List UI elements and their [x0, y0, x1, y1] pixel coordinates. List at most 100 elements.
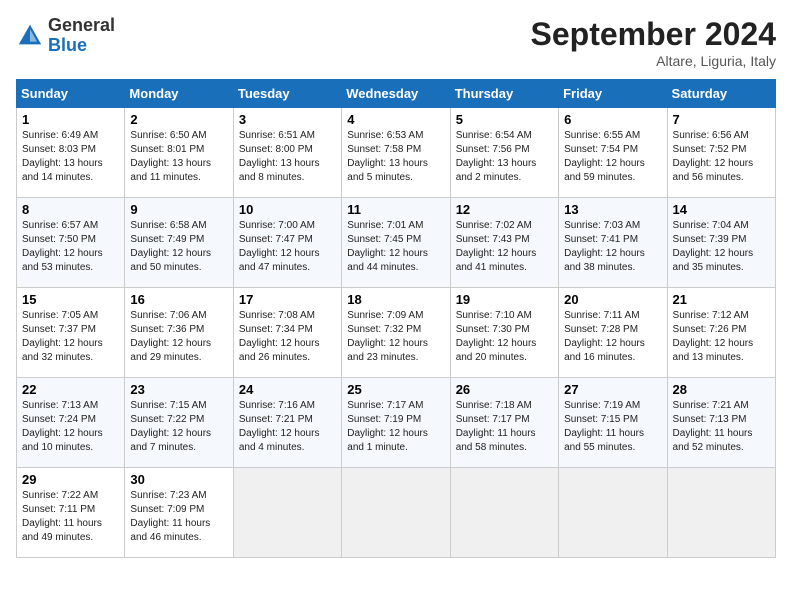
cell-info: Sunrise: 6:50 AMSunset: 8:01 PMDaylight:… — [130, 129, 227, 185]
cell-info: Sunrise: 7:22 AMSunset: 7:11 PMDaylight:… — [22, 489, 119, 545]
day-number: 20 — [564, 292, 661, 307]
day-number: 30 — [130, 472, 227, 487]
day-number: 7 — [673, 112, 770, 127]
calendar-cell: 2 Sunrise: 6:50 AMSunset: 8:01 PMDaylight… — [125, 108, 233, 198]
cell-info: Sunrise: 7:15 AMSunset: 7:22 PMDaylight:… — [130, 399, 227, 455]
calendar-cell: 15Sunrise: 7:05 AMSunset: 7:37 PMDayligh… — [17, 288, 125, 378]
calendar-week-2: 8 Sunrise: 6:57 AMSunset: 7:50 PMDaylight… — [17, 198, 776, 288]
cell-info: Sunrise: 7:02 AMSunset: 7:43 PMDaylight:… — [456, 219, 553, 275]
calendar-cell: 1Sunrise: 6:49 AMSunset: 8:03 PMDaylight… — [17, 108, 125, 198]
logo-line2: Blue — [48, 36, 115, 56]
calendar-cell: 28 Sunrise: 7:21 AMSunset: 7:13 PMDayligh… — [667, 378, 775, 468]
day-number: 29 — [22, 472, 119, 487]
day-number: 28 — [673, 382, 770, 397]
calendar-cell: 21Sunrise: 7:12 AMSunset: 7:26 PMDayligh… — [667, 288, 775, 378]
calendar-table: SundayMondayTuesdayWednesdayThursdayFrid… — [16, 79, 776, 558]
day-number: 14 — [673, 202, 770, 217]
day-number: 27 — [564, 382, 661, 397]
calendar-cell: 14 Sunrise: 7:04 AMSunset: 7:39 PMDayligh… — [667, 198, 775, 288]
day-number: 10 — [239, 202, 336, 217]
calendar-cell: 3Sunrise: 6:51 AMSunset: 8:00 PMDaylight… — [233, 108, 341, 198]
day-number: 26 — [456, 382, 553, 397]
cell-info: Sunrise: 6:57 AMSunset: 7:50 PMDaylight:… — [22, 219, 119, 275]
calendar-cell: 22 Sunrise: 7:13 AMSunset: 7:24 PMDayligh… — [17, 378, 125, 468]
calendar-cell: 13Sunrise: 7:03 AMSunset: 7:41 PMDayligh… — [559, 198, 667, 288]
calendar-cell — [559, 468, 667, 558]
day-number: 24 — [239, 382, 336, 397]
cell-info: Sunrise: 7:21 AMSunset: 7:13 PMDaylight:… — [673, 399, 770, 455]
calendar-cell — [450, 468, 558, 558]
calendar-cell: 30 Sunrise: 7:23 AMSunset: 7:09 PMDayligh… — [125, 468, 233, 558]
header-cell-friday: Friday — [559, 80, 667, 108]
calendar-cell: 9 Sunrise: 6:58 AMSunset: 7:49 PMDaylight… — [125, 198, 233, 288]
cell-info: Sunrise: 7:01 AMSunset: 7:45 PMDaylight:… — [347, 219, 444, 275]
calendar-cell — [342, 468, 450, 558]
calendar-cell: 11 Sunrise: 7:01 AMSunset: 7:45 PMDayligh… — [342, 198, 450, 288]
header-cell-monday: Monday — [125, 80, 233, 108]
calendar-cell: 16Sunrise: 7:06 AMSunset: 7:36 PMDayligh… — [125, 288, 233, 378]
cell-info: Sunrise: 7:12 AMSunset: 7:26 PMDaylight:… — [673, 309, 770, 365]
location-subtitle: Altare, Liguria, Italy — [531, 53, 776, 69]
logo-icon — [16, 22, 44, 50]
cell-info: Sunrise: 7:04 AMSunset: 7:39 PMDaylight:… — [673, 219, 770, 275]
cell-info: Sunrise: 7:11 AMSunset: 7:28 PMDaylight:… — [564, 309, 661, 365]
calendar-cell: 25Sunrise: 7:17 AMSunset: 7:19 PMDayligh… — [342, 378, 450, 468]
calendar-cell: 24 Sunrise: 7:16 AMSunset: 7:21 PMDayligh… — [233, 378, 341, 468]
day-number: 1 — [22, 112, 119, 127]
calendar-week-5: 29 Sunrise: 7:22 AMSunset: 7:11 PMDayligh… — [17, 468, 776, 558]
calendar-week-4: 22 Sunrise: 7:13 AMSunset: 7:24 PMDayligh… — [17, 378, 776, 468]
header-cell-saturday: Saturday — [667, 80, 775, 108]
cell-info: Sunrise: 7:17 AMSunset: 7:19 PMDaylight:… — [347, 399, 444, 455]
day-number: 8 — [22, 202, 119, 217]
day-number: 16 — [130, 292, 227, 307]
header-cell-tuesday: Tuesday — [233, 80, 341, 108]
calendar-cell: 12 Sunrise: 7:02 AMSunset: 7:43 PMDayligh… — [450, 198, 558, 288]
calendar-week-3: 15Sunrise: 7:05 AMSunset: 7:37 PMDayligh… — [17, 288, 776, 378]
cell-info: Sunrise: 7:08 AMSunset: 7:34 PMDaylight:… — [239, 309, 336, 365]
cell-info: Sunrise: 7:10 AMSunset: 7:30 PMDaylight:… — [456, 309, 553, 365]
page-header: General Blue September 2024 Altare, Ligu… — [16, 16, 776, 69]
day-number: 9 — [130, 202, 227, 217]
cell-info: Sunrise: 6:58 AMSunset: 7:49 PMDaylight:… — [130, 219, 227, 275]
cell-info: Sunrise: 6:55 AMSunset: 7:54 PMDaylight:… — [564, 129, 661, 185]
calendar-cell — [667, 468, 775, 558]
cell-info: Sunrise: 7:18 AMSunset: 7:17 PMDaylight:… — [456, 399, 553, 455]
calendar-cell: 23 Sunrise: 7:15 AMSunset: 7:22 PMDayligh… — [125, 378, 233, 468]
calendar-cell: 10 Sunrise: 7:00 AMSunset: 7:47 PMDayligh… — [233, 198, 341, 288]
cell-info: Sunrise: 7:16 AMSunset: 7:21 PMDaylight:… — [239, 399, 336, 455]
cell-info: Sunrise: 7:05 AMSunset: 7:37 PMDaylight:… — [22, 309, 119, 365]
day-number: 23 — [130, 382, 227, 397]
day-number: 19 — [456, 292, 553, 307]
calendar-week-1: 1Sunrise: 6:49 AMSunset: 8:03 PMDaylight… — [17, 108, 776, 198]
day-number: 2 — [130, 112, 227, 127]
calendar-cell: 7 Sunrise: 6:56 AMSunset: 7:52 PMDaylight… — [667, 108, 775, 198]
month-title: September 2024 — [531, 16, 776, 53]
day-number: 4 — [347, 112, 444, 127]
day-number: 22 — [22, 382, 119, 397]
day-number: 18 — [347, 292, 444, 307]
day-number: 17 — [239, 292, 336, 307]
cell-info: Sunrise: 7:23 AMSunset: 7:09 PMDaylight:… — [130, 489, 227, 545]
calendar-cell: 17 Sunrise: 7:08 AMSunset: 7:34 PMDayligh… — [233, 288, 341, 378]
cell-info: Sunrise: 6:56 AMSunset: 7:52 PMDaylight:… — [673, 129, 770, 185]
calendar-cell: 6Sunrise: 6:55 AMSunset: 7:54 PMDaylight… — [559, 108, 667, 198]
calendar-cell: 29 Sunrise: 7:22 AMSunset: 7:11 PMDayligh… — [17, 468, 125, 558]
calendar-cell — [233, 468, 341, 558]
calendar-cell: 18 Sunrise: 7:09 AMSunset: 7:32 PMDayligh… — [342, 288, 450, 378]
calendar-cell: 5Sunrise: 6:54 AMSunset: 7:56 PMDaylight… — [450, 108, 558, 198]
day-number: 5 — [456, 112, 553, 127]
calendar-cell: 4Sunrise: 6:53 AMSunset: 7:58 PMDaylight… — [342, 108, 450, 198]
day-number: 11 — [347, 202, 444, 217]
header-cell-sunday: Sunday — [17, 80, 125, 108]
calendar-cell: 19 Sunrise: 7:10 AMSunset: 7:30 PMDayligh… — [450, 288, 558, 378]
cell-info: Sunrise: 7:00 AMSunset: 7:47 PMDaylight:… — [239, 219, 336, 275]
header-row: SundayMondayTuesdayWednesdayThursdayFrid… — [17, 80, 776, 108]
cell-info: Sunrise: 7:09 AMSunset: 7:32 PMDaylight:… — [347, 309, 444, 365]
cell-info: Sunrise: 7:13 AMSunset: 7:24 PMDaylight:… — [22, 399, 119, 455]
day-number: 12 — [456, 202, 553, 217]
cell-info: Sunrise: 6:51 AMSunset: 8:00 PMDaylight:… — [239, 129, 336, 185]
header-cell-wednesday: Wednesday — [342, 80, 450, 108]
calendar-cell: 26 Sunrise: 7:18 AMSunset: 7:17 PMDayligh… — [450, 378, 558, 468]
calendar-body: 1Sunrise: 6:49 AMSunset: 8:03 PMDaylight… — [17, 108, 776, 558]
calendar-cell: 27Sunrise: 7:19 AMSunset: 7:15 PMDayligh… — [559, 378, 667, 468]
